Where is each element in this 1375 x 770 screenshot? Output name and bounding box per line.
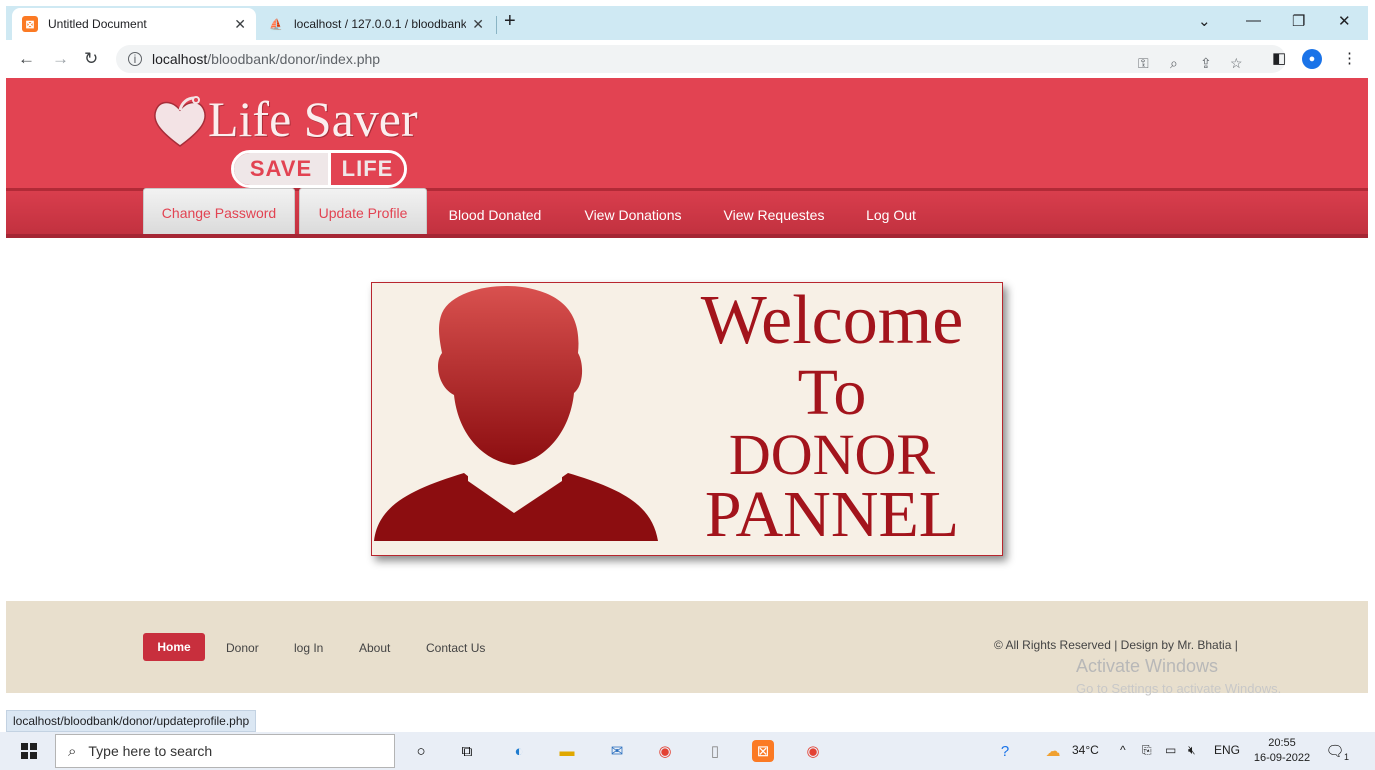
notification-count: 1 [1344, 752, 1350, 762]
task-view-icon[interactable]: ⧉ [456, 740, 478, 762]
nav-log-out[interactable]: Log Out [854, 191, 928, 238]
site-footer: Home Donor log In About Contact Us © All… [6, 601, 1368, 696]
close-icon[interactable]: ✕ [472, 16, 484, 33]
logo-title: Life Saver [208, 91, 418, 147]
url-path: /bloodbank/donor/index.php [207, 51, 381, 67]
nav-view-donations[interactable]: View Donations [572, 191, 694, 238]
minimize-icon[interactable]: — [1246, 12, 1261, 29]
windows-taskbar: ⌕ Type here to search ○ ⧉ ◐ ▬ ✉ ◉ ▯ ⊠ ◉ … [0, 732, 1375, 770]
nav-view-requests[interactable]: View Requestes [712, 191, 836, 238]
activate-windows-subtitle: Go to Settings to activate Windows. [1076, 681, 1282, 696]
profile-avatar-icon[interactable]: ● [1302, 49, 1322, 69]
windows-start-icon[interactable] [21, 743, 37, 759]
footer-link-contact[interactable]: Contact Us [426, 641, 485, 655]
mail-icon[interactable]: ✉ [606, 740, 628, 762]
status-bar-url: localhost/bloodbank/donor/updateprofile.… [6, 710, 257, 732]
chrome-icon[interactable]: ◉ [654, 740, 676, 762]
footer-home-button[interactable]: Home [143, 633, 205, 661]
cortana-icon[interactable]: ○ [410, 740, 432, 762]
browser-tab-active[interactable]: ⊠ Untitled Document ✕ [12, 8, 256, 40]
nav-update-profile[interactable]: Update Profile [299, 188, 427, 238]
side-panel-icon[interactable]: ◧ [1272, 49, 1286, 67]
star-icon[interactable]: ☆ [1230, 55, 1243, 72]
welcome-line: PANNEL [704, 478, 960, 551]
key-icon[interactable]: ⚿ [1138, 55, 1149, 72]
badge-left: SAVE [234, 153, 328, 185]
info-icon[interactable]: i [128, 52, 142, 66]
language-indicator[interactable]: ENG [1214, 743, 1240, 757]
logo-badge: SAVE LIFE [231, 150, 407, 188]
tab-title: localhost / 127.0.0.1 / bloodbank [294, 17, 467, 31]
welcome-line: To [797, 356, 867, 429]
search-placeholder: Type here to search [88, 743, 213, 759]
phpmyadmin-icon: ⛵ [269, 18, 283, 31]
heart-logo-icon [154, 96, 206, 147]
weather-icon[interactable]: ☁ [1042, 740, 1064, 762]
speaker-mute-icon[interactable]: 🔇︎ [1188, 743, 1196, 758]
chrome-profile-icon[interactable]: ◉ [802, 740, 824, 762]
badge-right: LIFE [328, 153, 404, 185]
clock-date: 16-09-2022 [1253, 752, 1311, 764]
taskbar-search-input[interactable]: ⌕ Type here to search [55, 734, 395, 768]
site-logo[interactable]: Life Saver SAVE LIFE [146, 86, 426, 188]
share-icon[interactable]: ⇪ [1200, 55, 1212, 72]
clock-time: 20:55 [1268, 737, 1296, 749]
battery-icon[interactable]: ▭ [1165, 743, 1176, 757]
chevron-up-icon[interactable]: ^ [1120, 743, 1126, 757]
back-icon[interactable]: ← [18, 49, 35, 69]
zoom-icon[interactable]: ⌕ [1170, 55, 1178, 72]
menu-icon[interactable]: ⋮ [1342, 49, 1357, 67]
help-icon[interactable]: ? [994, 740, 1016, 762]
footer-link-donor[interactable]: Donor [226, 641, 259, 655]
notepad-icon[interactable]: ▯ [704, 740, 726, 762]
welcome-line: Welcome [700, 282, 964, 359]
edge-icon[interactable]: ◐ [508, 740, 530, 762]
notification-icon[interactable]: 🗨︎ [1324, 740, 1346, 762]
chevron-down-icon[interactable]: ⌄ [1198, 12, 1211, 30]
file-explorer-icon[interactable]: ▬ [556, 740, 578, 762]
tab-separator [496, 16, 497, 34]
nav-blood-donated[interactable]: Blood Donated [436, 191, 554, 238]
xampp-icon: ⊠ [22, 16, 38, 32]
taskbar-clock[interactable]: 20:55 16-09-2022 [1252, 736, 1312, 766]
search-icon: ⌕ [68, 742, 77, 760]
restore-icon[interactable]: ❐ [1292, 12, 1305, 30]
welcome-banner: Welcome To DONOR PANNEL [371, 282, 1003, 556]
screen: ⊠ Untitled Document ✕ ⛵ localhost / 127.… [0, 0, 1375, 770]
window-close-icon[interactable]: ✕ [1338, 12, 1351, 30]
donor-avatar-icon [374, 286, 658, 541]
footer-link-login[interactable]: log In [294, 641, 323, 655]
activate-windows-title: Activate Windows [1076, 656, 1219, 676]
footer-link-about[interactable]: About [359, 641, 390, 655]
site-header: Life Saver SAVE LIFE [6, 78, 1368, 188]
browser-tab[interactable]: ⛵ localhost / 127.0.0.1 / bloodbank ✕ [258, 8, 494, 40]
url-host: localhost [152, 51, 208, 67]
forward-icon[interactable]: → [52, 49, 69, 69]
nav-change-password[interactable]: Change Password [143, 188, 295, 238]
welcome-line: DONOR [728, 422, 936, 487]
new-tab-icon[interactable]: + [504, 10, 516, 33]
main-nav: Change Password Update Profile Blood Don… [6, 188, 1368, 238]
browser-toolbar: ← → ↻ i localhost/bloodbank/donor/index.… [6, 40, 1368, 78]
tab-title: Untitled Document [48, 17, 147, 31]
close-icon[interactable]: ✕ [234, 16, 246, 33]
address-bar[interactable]: i localhost/bloodbank/donor/index.php ⚿ … [116, 45, 1286, 73]
copyright-text: © All Rights Reserved | Design by Mr. Bh… [994, 638, 1238, 652]
network-icon[interactable]: ⎘ [1142, 743, 1152, 758]
reload-icon[interactable]: ↻ [84, 49, 98, 69]
browser-tab-strip: ⊠ Untitled Document ✕ ⛵ localhost / 127.… [6, 6, 1368, 40]
temperature-text: 34°C [1072, 743, 1099, 757]
xampp-taskbar-icon[interactable]: ⊠ [752, 740, 774, 762]
